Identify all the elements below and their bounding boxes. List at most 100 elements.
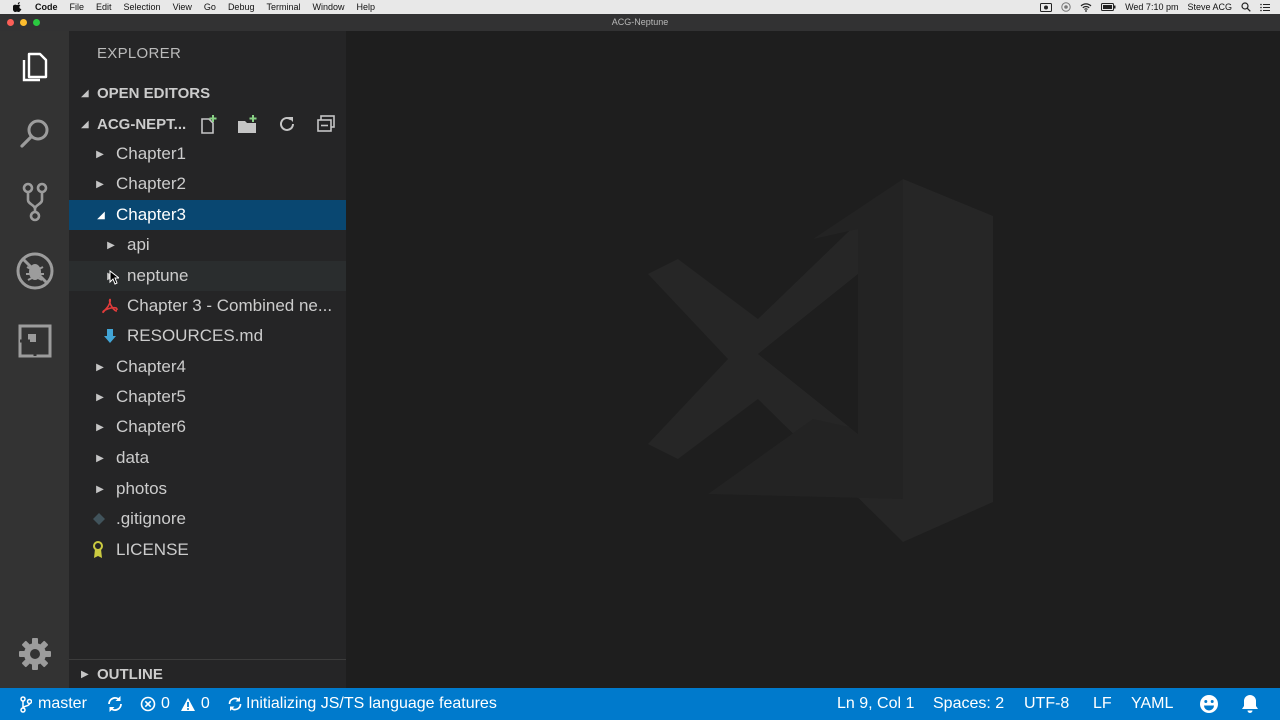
tree-item-label: Chapter 3 - Combined ne...	[127, 296, 333, 315]
outline-section[interactable]: ▶ OUTLINE	[69, 659, 346, 688]
chevron-down-icon: ◢	[97, 209, 105, 221]
explorer-title: EXPLORER	[97, 45, 182, 62]
chevron-right-icon: ▶	[96, 483, 104, 495]
tree-item-label: Chapter6	[116, 417, 186, 436]
menu-help[interactable]: Help	[357, 0, 376, 14]
error-icon	[140, 696, 156, 712]
workspace-folder-section[interactable]: ◢ ACG-NEPT...	[69, 110, 346, 138]
tree-item-label: photos	[116, 479, 168, 498]
tree-item-label: Chapter2	[116, 174, 186, 193]
menu-debug[interactable]: Debug	[228, 0, 255, 14]
clock-text[interactable]: Wed 7:10 pm	[1125, 0, 1178, 14]
tree-folder-chapter2[interactable]: ▶ Chapter2	[69, 169, 346, 199]
chevron-right-icon: ▶	[96, 178, 104, 190]
tree-item-label: RESOURCES.md	[127, 326, 264, 345]
explorer-sidebar: EXPLORER ◢ OPEN EDITORS ◢ ACG-NEPT... ▶ …	[69, 31, 346, 688]
workspace-folder-label: ACG-NEPT...	[97, 115, 187, 133]
menu-window[interactable]: Window	[312, 0, 344, 14]
warning-icon	[180, 697, 196, 712]
tree-folder-chapter5[interactable]: ▶ Chapter5	[69, 382, 346, 412]
editor-area[interactable]	[346, 31, 1280, 688]
menu-selection[interactable]: Selection	[124, 0, 161, 14]
mouse-cursor-icon	[109, 270, 119, 285]
debug-icon[interactable]	[0, 241, 69, 301]
refresh-icon[interactable]	[275, 112, 299, 136]
apple-icon[interactable]	[13, 2, 25, 12]
tree-file-license[interactable]: LICENSE	[69, 535, 346, 565]
language-mode[interactable]: YAML	[1131, 688, 1173, 720]
spotlight-icon[interactable]	[1241, 2, 1251, 12]
status-message: Initializing JS/TS language features	[246, 695, 497, 712]
encoding-setting[interactable]: UTF-8	[1024, 688, 1069, 720]
menu-view[interactable]: View	[173, 0, 192, 14]
menu-code[interactable]: Code	[35, 0, 58, 14]
markdown-file-icon	[102, 327, 118, 345]
activity-bar	[0, 31, 69, 688]
vscode-watermark-logo	[648, 179, 993, 542]
minimize-window-button[interactable]	[20, 19, 27, 26]
tree-item-label: api	[127, 235, 150, 254]
chevron-right-icon: ▶	[107, 239, 115, 251]
menu-go[interactable]: Go	[204, 0, 216, 14]
outline-label: OUTLINE	[97, 665, 163, 683]
menu-file[interactable]: File	[70, 0, 85, 14]
branch-name: master	[38, 695, 87, 712]
tree-folder-data[interactable]: ▶ data	[69, 443, 346, 473]
notifications-bell-icon[interactable]	[1241, 688, 1259, 720]
battery-icon[interactable]	[1101, 3, 1116, 11]
warning-count: 0	[200, 695, 210, 712]
user-name[interactable]: Steve ACG	[1187, 0, 1232, 14]
cursor-position[interactable]: Ln 9, Col 1	[837, 688, 914, 720]
language-service-status[interactable]: Initializing JS/TS language features	[227, 688, 497, 720]
eol-setting[interactable]: LF	[1093, 688, 1112, 720]
explorer-icon[interactable]	[0, 36, 69, 96]
tree-folder-chapter3[interactable]: ◢ Chapter3	[69, 200, 346, 230]
search-icon[interactable]	[0, 104, 69, 164]
wifi-icon[interactable]	[1080, 2, 1092, 12]
tree-folder-photos[interactable]: ▶ photos	[69, 474, 346, 504]
tree-folder-chapter6[interactable]: ▶ Chapter6	[69, 412, 346, 442]
sync-icon[interactable]	[106, 688, 124, 720]
window-title: ACG-Neptune	[611, 17, 669, 27]
branch-indicator[interactable]: master	[20, 688, 87, 720]
window-title-bar: ACG-Neptune	[0, 14, 1280, 31]
close-window-button[interactable]	[7, 19, 14, 26]
chevron-right-icon: ▶	[96, 421, 104, 433]
open-editors-label: OPEN EDITORS	[97, 84, 211, 102]
chevron-right-icon: ▶	[96, 148, 104, 160]
tree-file-chapter3-pdf[interactable]: Chapter 3 - Combined ne...	[69, 291, 346, 321]
tree-folder-api[interactable]: ▶ api	[69, 230, 346, 260]
git-branch-icon	[20, 695, 32, 713]
chevron-down-icon: ◢	[81, 87, 89, 99]
notification-center-icon[interactable]	[1260, 3, 1270, 12]
status-bar: master 0 0 Initializing JS/TS language f…	[0, 688, 1280, 720]
settings-gear-icon[interactable]	[0, 624, 69, 684]
tree-file-resources-md[interactable]: RESOURCES.md	[69, 321, 346, 351]
error-count: 0	[161, 695, 170, 712]
menu-edit[interactable]: Edit	[96, 0, 112, 14]
new-file-icon[interactable]	[197, 112, 221, 136]
menu-terminal[interactable]: Terminal	[266, 0, 300, 14]
feedback-smiley-icon[interactable]	[1199, 688, 1219, 720]
open-editors-section[interactable]: ◢ OPEN EDITORS	[69, 79, 346, 107]
source-control-icon[interactable]	[0, 172, 69, 232]
indentation-setting[interactable]: Spaces: 2	[933, 688, 1004, 720]
tree-item-label: Chapter1	[116, 144, 186, 163]
tree-item-label: LICENSE	[116, 540, 189, 559]
git-file-icon	[91, 510, 107, 528]
tree-file-gitignore[interactable]: .gitignore	[69, 504, 346, 534]
tree-item-label: Chapter5	[116, 387, 186, 406]
extensions-icon[interactable]	[0, 311, 69, 371]
sync-spinner-icon	[227, 696, 243, 712]
tree-folder-chapter1[interactable]: ▶ Chapter1	[69, 139, 346, 169]
new-folder-icon[interactable]	[236, 112, 260, 136]
pdf-file-icon	[102, 297, 118, 315]
macos-menu-bar: Code File Edit Selection View Go Debug T…	[0, 0, 1280, 14]
tree-folder-chapter4[interactable]: ▶ Chapter4	[69, 352, 346, 382]
collapse-all-icon[interactable]	[314, 112, 338, 136]
screen-record-icon[interactable]	[1040, 2, 1053, 12]
status-menu-icon[interactable]	[1061, 2, 1071, 12]
tree-item-label: Chapter4	[116, 357, 186, 376]
problems-indicator[interactable]: 0 0	[140, 688, 210, 720]
zoom-window-button[interactable]	[33, 19, 40, 26]
